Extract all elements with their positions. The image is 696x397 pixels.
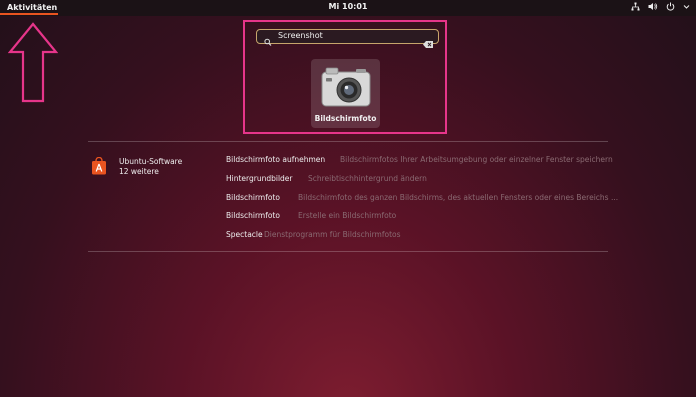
activities-indicator	[0, 13, 58, 15]
software-bag-icon	[91, 156, 107, 179]
provider-name: Ubuntu-Software	[119, 157, 183, 166]
volume-icon[interactable]	[648, 2, 658, 11]
annotation-arrow	[8, 22, 58, 103]
result-description: Dienstprogramm für Bildschirmfotos	[264, 230, 401, 239]
chevron-down-icon[interactable]	[683, 2, 690, 11]
app-tile-bildschirmfoto[interactable]: Bildschirmfoto	[311, 59, 380, 128]
search-field[interactable]: Screenshot	[256, 29, 439, 48]
clock[interactable]: Mi 10:01	[0, 2, 696, 11]
top-bar: Aktivitäten Mi 10:01	[0, 0, 696, 16]
separator-top	[88, 141, 608, 142]
separator-bottom	[88, 251, 608, 252]
app-tile-label: Bildschirmfoto	[314, 114, 377, 123]
result-title: Hintergrundbilder	[226, 174, 293, 183]
camera-icon	[320, 66, 372, 114]
result-description: Erstelle ein Bildschirmfoto	[298, 211, 397, 220]
result-title: Bildschirmfoto aufnehmen	[226, 155, 326, 164]
result-description: Bildschirmfotos Ihrer Arbeitsumgebung od…	[340, 155, 613, 164]
clear-icon[interactable]	[423, 33, 433, 52]
system-tray[interactable]	[631, 2, 690, 11]
result-title: Spectacle	[226, 230, 263, 239]
result-title: Bildschirmfoto	[226, 193, 280, 202]
power-icon[interactable]	[666, 2, 675, 11]
provider-more-link[interactable]: 12 weitere	[119, 167, 159, 176]
network-icon[interactable]	[631, 2, 640, 11]
result-title: Bildschirmfoto	[226, 211, 280, 220]
result-description: Bildschirmfoto des ganzen Bildschirms, d…	[298, 193, 619, 202]
search-input[interactable]: Screenshot	[278, 31, 323, 40]
search-icon	[264, 32, 272, 51]
result-description: Schreibtischhintergrund ändern	[308, 174, 427, 183]
